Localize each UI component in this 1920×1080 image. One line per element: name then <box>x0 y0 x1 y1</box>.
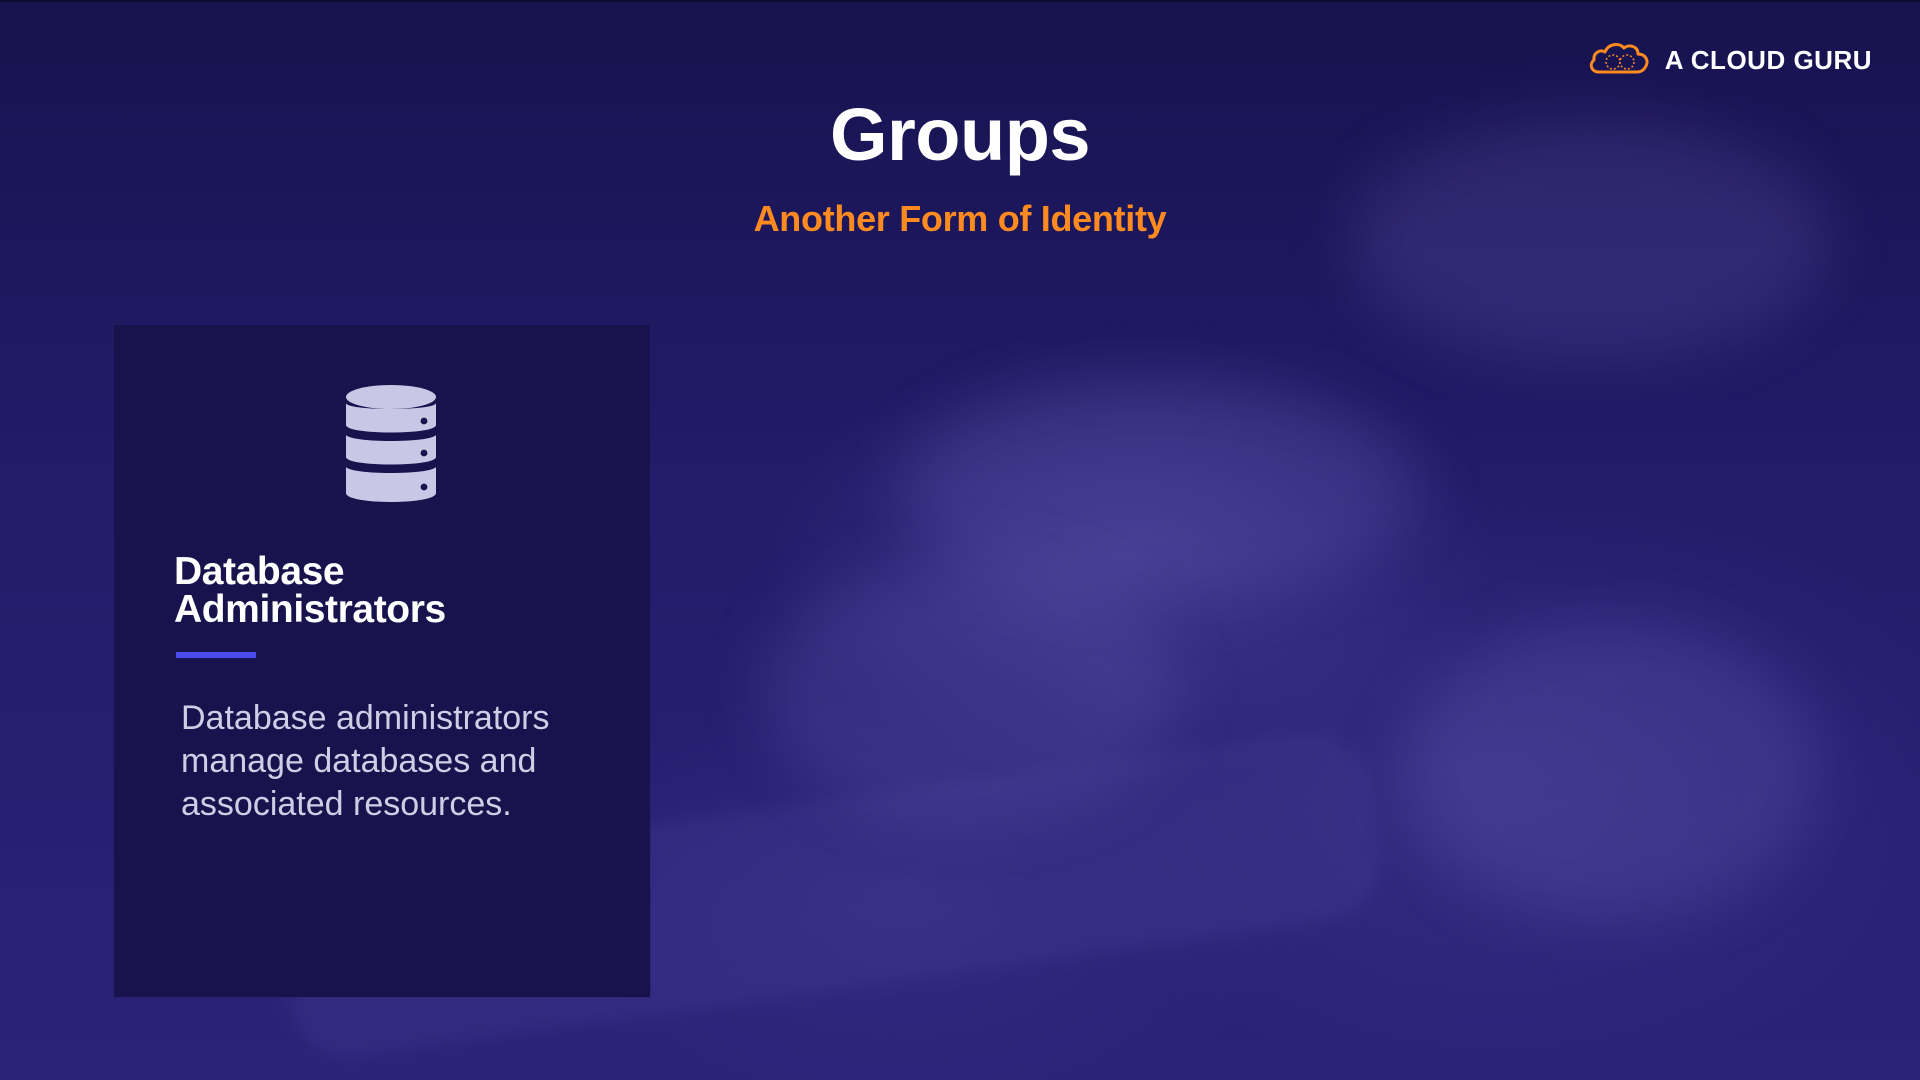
top-border <box>0 0 1920 2</box>
card-description: Database administrators manage databases… <box>181 699 550 823</box>
brand-logo: A CLOUD GURU <box>1587 38 1872 83</box>
card-title-line2: Administrators <box>174 588 446 631</box>
group-card: Database Administrators Database adminis… <box>114 325 650 997</box>
card-title: Database Administrators <box>174 550 594 631</box>
slide-subtitle: Another Form of Identity <box>753 198 1167 239</box>
slide-title: Groups <box>829 93 1091 176</box>
slide: A CLOUD GURU Groups Another Form of Iden… <box>0 0 1920 1080</box>
card-title-line1: Database <box>174 550 345 593</box>
logo-text: A CLOUD GURU <box>1664 45 1872 75</box>
title-accent-bar <box>176 652 256 658</box>
database-icon <box>344 383 438 514</box>
cloud-logo-icon <box>1587 38 1651 83</box>
background-arm-shape <box>1400 620 1820 920</box>
